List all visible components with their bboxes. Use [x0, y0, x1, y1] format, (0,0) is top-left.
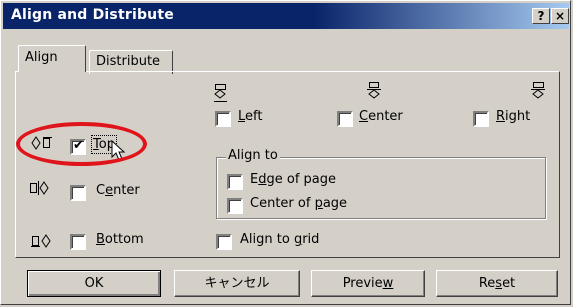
close-button[interactable]: × — [551, 8, 569, 24]
horizontal-center-checkbox[interactable] — [337, 111, 353, 127]
align-vcenter-icon — [30, 181, 49, 195]
center-of-page-checkbox[interactable] — [227, 198, 243, 214]
align-to-grid-label[interactable]: Align to grid — [240, 232, 319, 247]
edge-of-page-label[interactable]: Edge of page — [250, 172, 336, 187]
window-title: Align and Distribute — [11, 7, 174, 23]
bottom-checkbox[interactable] — [70, 234, 86, 250]
edge-of-page-checkbox[interactable] — [227, 174, 243, 190]
preview-button[interactable]: Preview — [311, 270, 425, 297]
align-to-group-label: Align to — [226, 148, 280, 163]
tab-align-label: Align — [25, 50, 58, 65]
right-checkbox[interactable] — [473, 111, 489, 127]
horizontal-center-label[interactable]: Center — [359, 109, 403, 124]
left-checkbox[interactable] — [215, 111, 231, 127]
left-label[interactable]: Left — [238, 109, 262, 124]
align-bottom-icon — [31, 234, 51, 248]
align-hcenter-icon — [367, 82, 381, 99]
help-button[interactable]: ? — [532, 8, 550, 24]
tab-distribute-label: Distribute — [96, 54, 161, 69]
vertical-center-label[interactable]: Center — [96, 183, 140, 198]
align-left-icon — [214, 84, 227, 102]
cancel-button[interactable]: キャンセル — [174, 270, 300, 297]
vertical-center-checkbox[interactable] — [70, 185, 86, 201]
reset-button[interactable]: Reset — [436, 270, 558, 297]
ok-button[interactable]: OK — [27, 270, 161, 297]
right-label[interactable]: Right — [496, 109, 530, 124]
align-right-icon — [531, 82, 545, 99]
center-of-page-label[interactable]: Center of page — [250, 196, 347, 211]
tab-align[interactable]: Align — [18, 45, 86, 72]
bottom-label[interactable]: Bottom — [96, 232, 144, 247]
highlight-ring — [16, 122, 147, 166]
align-to-grid-checkbox[interactable] — [216, 234, 232, 250]
title-bar[interactable]: Align and Distribute ? × — [3, 3, 569, 29]
